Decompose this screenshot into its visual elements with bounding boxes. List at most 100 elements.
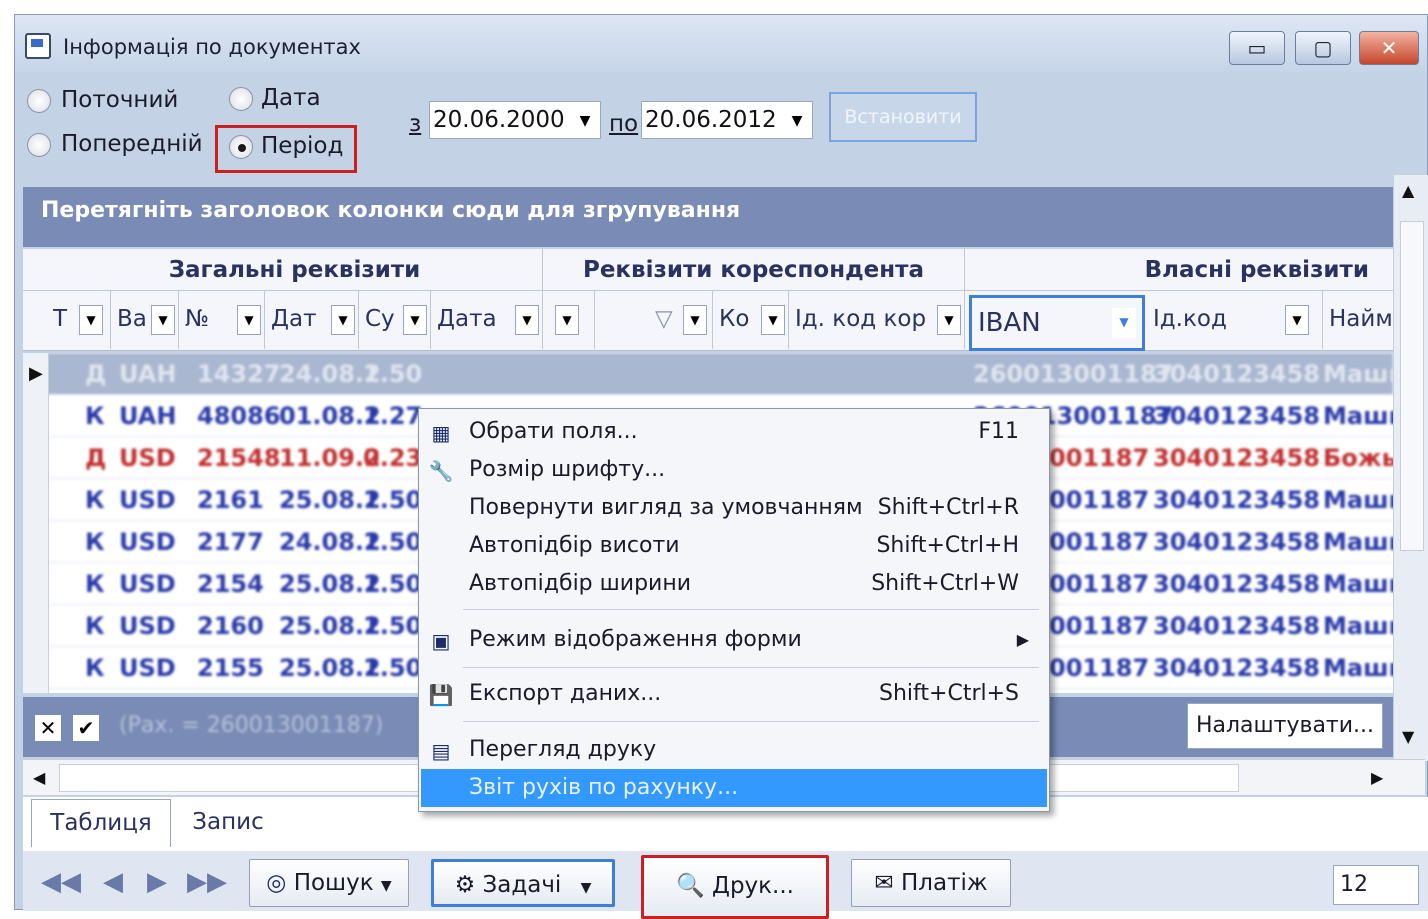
menu-item-6[interactable]: ▣ Режим відображення форми ▶: [421, 621, 1047, 659]
menu-item-label: Перегляд друку: [469, 737, 657, 762]
cell-cur: UAH: [119, 360, 177, 388]
chevron-down-icon[interactable]: ▼: [784, 110, 810, 132]
cell-t: К: [85, 570, 105, 598]
cell-num: 14327: [197, 360, 281, 388]
group-by-panel[interactable]: Перетягніть заголовок колонки сюди для з…: [23, 187, 1393, 247]
filter-dropdown-icon[interactable]: ▼: [555, 305, 579, 335]
col-header-currency[interactable]: Ва ▼: [111, 291, 179, 349]
filter-dropdown-icon[interactable]: ▼: [79, 305, 103, 335]
cell-iban: 001187: [1049, 444, 1150, 472]
col-header-own-code[interactable]: Ід.код ▼: [1147, 291, 1323, 349]
cell-cur: USD: [119, 654, 176, 682]
table-row[interactable]: Д UAH 14327 24.08.2 1.50 260013001187 30401234…: [23, 353, 1393, 395]
tab-record[interactable]: Запис: [173, 799, 283, 847]
col-header-name[interactable]: Найме: [1323, 291, 1393, 349]
app-icon: [25, 33, 51, 59]
col-header-corr-account[interactable]: Ко ▼: [713, 291, 789, 349]
filter-dropdown-icon[interactable]: ▼: [1285, 305, 1309, 335]
col-header-number[interactable]: № ▼: [179, 291, 265, 349]
scroll-down-icon[interactable]: ▼: [1402, 727, 1414, 746]
col-header-sum[interactable]: Су ▼: [359, 291, 431, 349]
cell-num: 2154: [197, 570, 264, 598]
menu-item-3[interactable]: Повернути вигляд за умовчанням Shift+Ctrl…: [421, 489, 1047, 527]
cell-cur: USD: [119, 570, 176, 598]
maximize-button[interactable]: ▢: [1295, 31, 1351, 65]
vertical-scrollbar[interactable]: ▲ ▼: [1393, 175, 1428, 761]
filter-dropdown-icon[interactable]: ▼: [403, 305, 427, 335]
scroll-thumb[interactable]: [1400, 221, 1424, 551]
filter-dropdown-icon[interactable]: ▼: [937, 305, 961, 335]
menu-item-4[interactable]: Автопідбір висоти Shift+Ctrl+H: [421, 527, 1047, 565]
clear-filter-icon[interactable]: ✕: [35, 715, 61, 741]
payment-button[interactable]: ✉ Платіж: [851, 859, 1011, 907]
radio-period[interactable]: [229, 135, 253, 159]
cell-code: 3040123458: [1153, 402, 1320, 430]
apply-button[interactable]: Встановити: [829, 92, 977, 142]
tasks-button[interactable]: ⚙ Задачі ▼: [431, 859, 615, 907]
menu-item-2[interactable]: 🔧 Розмір шрифту...: [421, 451, 1047, 489]
menu-item-label: Режим відображення форми: [469, 627, 802, 652]
col-header-corr2[interactable]: ▽ ▼: [595, 291, 713, 349]
col-header-type[interactable]: Т ▼: [47, 291, 111, 349]
row-indicator-column: ▶: [23, 353, 49, 693]
wrench-icon: 🔧: [428, 459, 454, 483]
radio-current[interactable]: [27, 89, 51, 113]
col-header-corr-code[interactable]: Ід. код кор ▼: [789, 291, 965, 349]
band-correspondent[interactable]: Реквізити кореспондента: [543, 249, 965, 291]
menu-item-9[interactable]: Звіт рухів по рахунку...: [421, 769, 1047, 807]
menu-item-1[interactable]: ▦ Обрати поля... F11: [421, 413, 1047, 451]
scroll-left-icon[interactable]: ◀: [33, 768, 45, 787]
scroll-right-icon[interactable]: ▶: [1371, 768, 1383, 787]
first-record-icon[interactable]: ◀◀: [41, 867, 81, 897]
filter-dropdown-icon[interactable]: ▼: [683, 305, 707, 335]
radio-previous[interactable]: [27, 133, 51, 157]
filter-dropdown-icon[interactable]: ▼: [237, 305, 261, 335]
filter-checkbox[interactable]: ✔: [73, 715, 99, 741]
tab-table[interactable]: Таблиця: [31, 799, 171, 847]
cell-name: Маши: [1323, 360, 1393, 388]
menu-item-shortcut: Shift+Ctrl+H: [876, 533, 1019, 558]
form-mode-icon: ▣: [431, 629, 451, 653]
menu-item-8[interactable]: ▤ Перегляд друку: [421, 731, 1047, 769]
close-button[interactable]: ✕: [1359, 31, 1419, 65]
search-button[interactable]: ◎ Пошук ▼: [249, 859, 409, 907]
chevron-down-icon[interactable]: ▼: [381, 878, 392, 894]
filter-text[interactable]: (Рах. = 260013001187): [119, 713, 383, 738]
cell-sum: 1.50: [363, 612, 423, 640]
last-record-icon[interactable]: ▶▶: [187, 867, 227, 897]
filter-dropdown-icon[interactable]: ▼: [1112, 308, 1136, 338]
filter-dropdown-icon[interactable]: ▼: [151, 305, 175, 335]
col-header-corr1[interactable]: ▼: [543, 291, 595, 349]
filter-dropdown-icon[interactable]: ▼: [515, 305, 539, 335]
band-own[interactable]: Власні реквізити: [965, 249, 1393, 291]
band-general[interactable]: Загальні реквізити: [47, 249, 543, 291]
menu-item-5[interactable]: Автопідбір ширини Shift+Ctrl+W: [421, 565, 1047, 603]
cell-num: 2155: [197, 654, 264, 682]
from-date-field[interactable]: 20.06.2000 ▼: [429, 101, 601, 139]
payment-icon: ✉: [874, 870, 894, 896]
filter-dropdown-icon[interactable]: ▼: [761, 305, 785, 335]
next-record-icon[interactable]: ▶: [147, 867, 167, 897]
chevron-down-icon[interactable]: ▼: [581, 880, 592, 896]
menu-item-shortcut: Shift+Ctrl+W: [871, 571, 1019, 596]
menu-item-7[interactable]: 💾 Експорт даних... Shift+Ctrl+S: [421, 675, 1047, 713]
col-header-iban[interactable]: IBAN ▼: [969, 295, 1145, 351]
chevron-down-icon[interactable]: ▼: [572, 110, 598, 132]
col-header-date2[interactable]: Дата ▼: [431, 291, 543, 349]
col-header-date[interactable]: Дат ▼: [265, 291, 359, 349]
cell-code: 3040123458: [1153, 360, 1320, 388]
cell-name: Маши: [1323, 528, 1393, 556]
minimize-button[interactable]: ▭: [1229, 31, 1285, 65]
cell-name: Маши: [1323, 402, 1393, 430]
cell-code: 3040123458: [1153, 444, 1320, 472]
bottom-toolbar: ◀◀ ◀ ▶ ▶▶ ◎ Пошук ▼ ⚙ Задачі ▼ 🔍 Друк...…: [23, 851, 1428, 919]
print-button[interactable]: 🔍 Друк...: [641, 855, 829, 919]
payment-label: Платіж: [900, 870, 988, 896]
scroll-up-icon[interactable]: ▲: [1402, 181, 1414, 200]
previous-record-icon[interactable]: ◀: [103, 867, 123, 897]
radio-date[interactable]: [229, 87, 253, 111]
customize-button[interactable]: Налаштувати...: [1187, 703, 1383, 749]
to-date-field[interactable]: 20.06.2012 ▼: [641, 101, 813, 139]
cell-num: 48086: [197, 402, 281, 430]
filter-dropdown-icon[interactable]: ▼: [331, 305, 355, 335]
